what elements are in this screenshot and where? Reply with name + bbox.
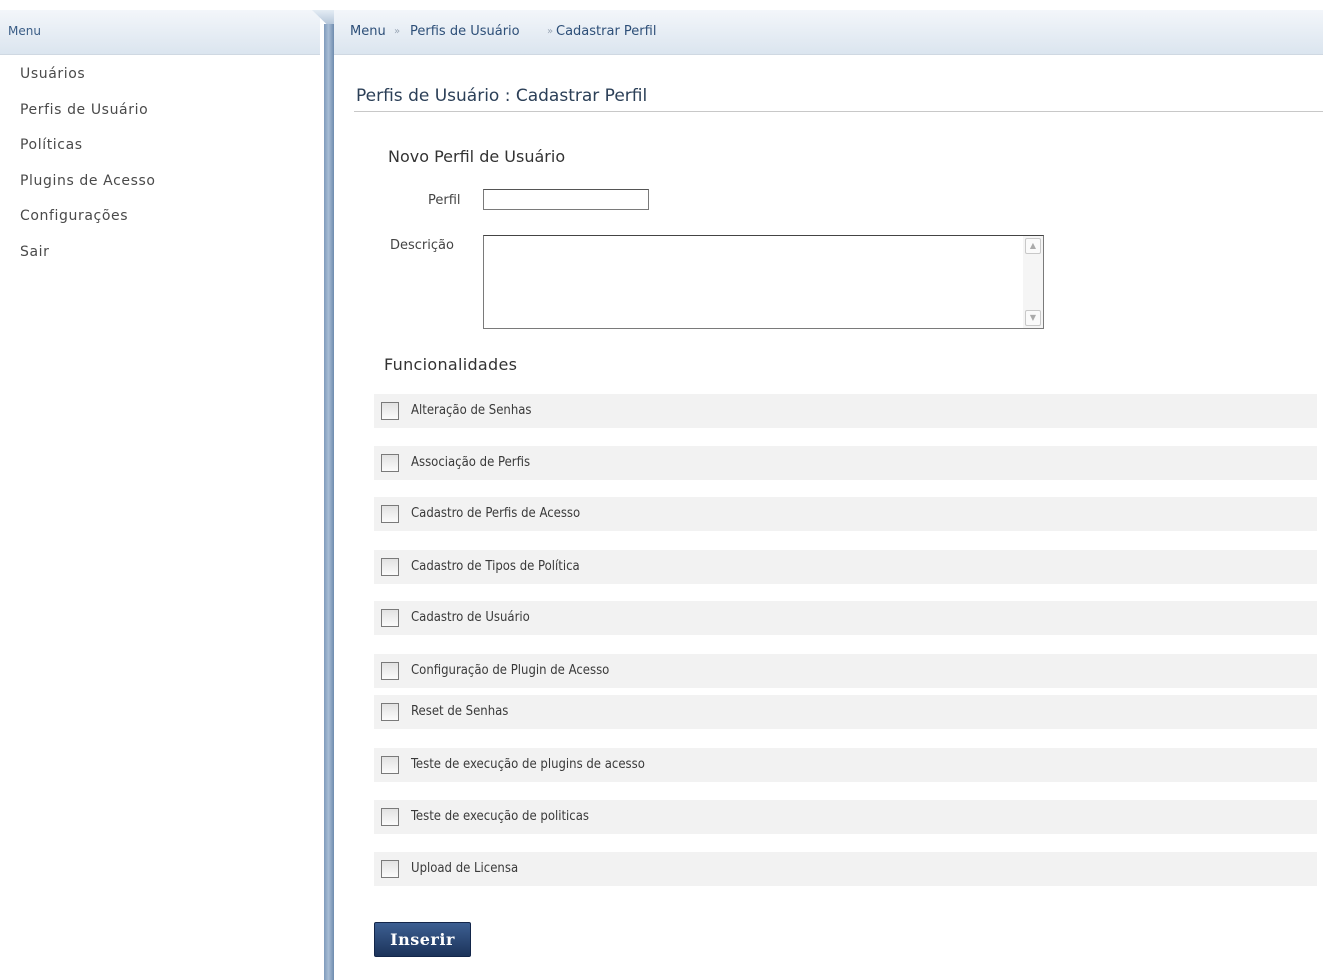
sidebar-header: Menu	[0, 10, 320, 55]
funcionalidade-label[interactable]: Alteração de Senhas	[411, 403, 532, 418]
inserir-button[interactable]: Inserir	[374, 922, 471, 957]
funcionalidade-row: Teste de execução de politicas	[374, 800, 1317, 834]
funcionalidade-row: Alteração de Senhas	[374, 394, 1317, 428]
funcionalidade-label[interactable]: Cadastro de Tipos de Política	[411, 559, 580, 574]
splitter-bar[interactable]	[324, 24, 334, 980]
sidebar-item-sair[interactable]: Sair	[20, 242, 156, 278]
sidebar-menu: Usuários Perfis de Usuário Políticas Plu…	[20, 64, 156, 278]
descricao-scrollbar[interactable]: ▲ ▼	[1023, 236, 1043, 328]
funcionalidade-row: Upload de Licensa	[374, 852, 1317, 886]
chevron-down-icon[interactable]: ▼	[1025, 310, 1041, 326]
title-divider	[354, 111, 1323, 112]
breadcrumb-perfis-link[interactable]: Perfis de Usuário	[410, 24, 520, 39]
funcionalidade-checkbox[interactable]	[381, 609, 399, 627]
perfil-label: Perfil	[428, 193, 461, 208]
funcionalidade-checkbox[interactable]	[381, 505, 399, 523]
funcionalidade-label[interactable]: Cadastro de Usuário	[411, 610, 530, 625]
breadcrumb-separator: »	[394, 26, 401, 37]
funcionalidade-checkbox[interactable]	[381, 860, 399, 878]
sidebar-item-usuarios[interactable]: Usuários	[20, 64, 156, 100]
funcionalidade-checkbox[interactable]	[381, 454, 399, 472]
funcionalidade-checkbox[interactable]	[381, 703, 399, 721]
section-title: Novo Perfil de Usuário	[388, 147, 566, 166]
funcionalidade-row: Associação de Perfis	[374, 446, 1317, 480]
funcionalidade-checkbox[interactable]	[381, 558, 399, 576]
funcionalidade-label[interactable]: Upload de Licensa	[411, 861, 518, 876]
breadcrumb-separator: »	[547, 26, 554, 37]
descricao-label: Descrição	[390, 238, 454, 253]
sidebar-item-plugins-de-acesso[interactable]: Plugins de Acesso	[20, 171, 156, 207]
funcionalidade-label[interactable]: Teste de execução de politicas	[411, 809, 589, 824]
funcionalidade-row: Cadastro de Usuário	[374, 601, 1317, 635]
descricao-field: ▲ ▼	[483, 235, 1044, 329]
funcionalidade-label[interactable]: Cadastro de Perfis de Acesso	[411, 506, 580, 521]
chevron-up-icon[interactable]: ▲	[1025, 238, 1041, 254]
funcionalidade-label[interactable]: Reset de Senhas	[411, 704, 508, 719]
funcionalidade-label[interactable]: Teste de execução de plugins de acesso	[411, 757, 645, 772]
funcionalidade-row: Cadastro de Tipos de Política	[374, 550, 1317, 584]
sidebar: Menu Usuários Perfis de Usuário Política…	[0, 0, 320, 980]
funcionalidade-checkbox[interactable]	[381, 662, 399, 680]
funcionalidade-row: Cadastro de Perfis de Acesso	[374, 497, 1317, 531]
funcionalidade-checkbox[interactable]	[381, 808, 399, 826]
perfil-input[interactable]	[483, 189, 649, 210]
page-title: Perfis de Usuário : Cadastrar Perfil	[356, 86, 648, 106]
sidebar-item-configuracoes[interactable]: Configurações	[20, 206, 156, 242]
funcionalidade-checkbox[interactable]	[381, 402, 399, 420]
sidebar-item-perfis-de-usuario[interactable]: Perfis de Usuário	[20, 100, 156, 136]
funcionalidades-title: Funcionalidades	[384, 355, 518, 374]
funcionalidade-row: Teste de execução de plugins de acesso	[374, 748, 1317, 782]
funcionalidade-row: Reset de Senhas	[374, 695, 1317, 729]
funcionalidade-checkbox[interactable]	[381, 756, 399, 774]
funcionalidade-label[interactable]: Configuração de Plugin de Acesso	[411, 663, 609, 678]
breadcrumb-current: Cadastrar Perfil	[556, 24, 657, 39]
sidebar-header-label: Menu	[8, 24, 41, 38]
breadcrumb: Menu » Perfis de Usuário » Cadastrar Per…	[334, 10, 1323, 55]
funcionalidade-row: Configuração de Plugin de Acesso	[374, 654, 1317, 688]
breadcrumb-menu-link[interactable]: Menu	[350, 24, 386, 39]
funcionalidade-label[interactable]: Associação de Perfis	[411, 455, 530, 470]
descricao-textarea[interactable]	[484, 236, 1022, 328]
sidebar-item-politicas[interactable]: Políticas	[20, 135, 156, 171]
